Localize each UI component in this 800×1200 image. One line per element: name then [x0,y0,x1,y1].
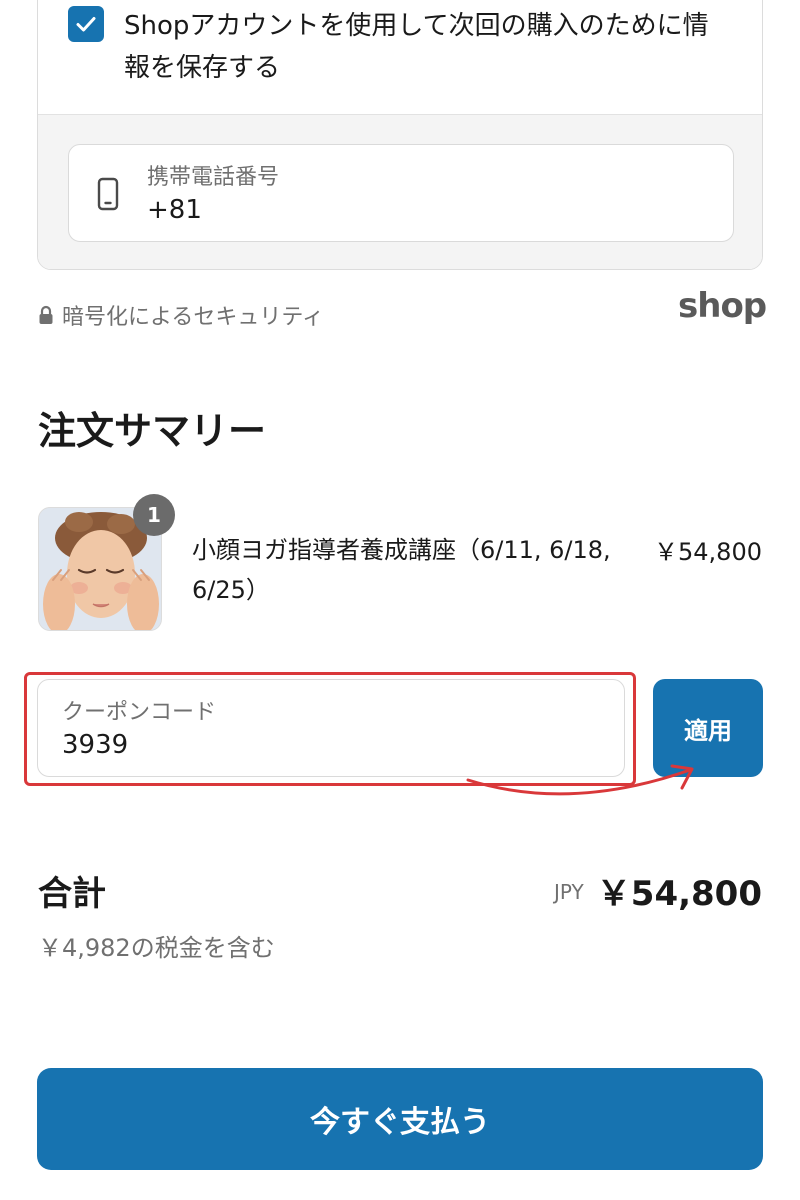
checkmark-icon [76,17,96,32]
pay-now-button[interactable]: 今すぐ支払う [37,1068,763,1170]
checkout-page: Shopアカウントを使用して次回の購入のために情報を保存する 携帯電話番号 +8… [0,0,800,1200]
phone-section: 携帯電話番号 +81 [38,115,762,269]
annotation-arrow-icon [466,764,694,796]
order-summary-title: 注文サマリー [38,409,267,453]
shop-save-card: Shopアカウントを使用して次回の購入のために情報を保存する 携帯電話番号 +8… [37,0,763,270]
tax-note: ￥4,982の税金を含む [38,934,275,962]
mobile-phone-icon [97,177,119,211]
save-info-row: Shopアカウントを使用して次回の購入のために情報を保存する [38,0,762,115]
currency-code: JPY [554,880,584,904]
security-note: 暗号化によるセキュリティ [38,300,324,330]
total-amount: ￥54,800 [596,874,762,914]
security-text: 暗号化によるセキュリティ [62,305,325,330]
product-price: ￥54,800 [654,538,762,566]
save-info-checkbox[interactable] [68,6,104,42]
save-info-label: Shopアカウントを使用して次回の購入のために情報を保存する [124,11,709,83]
shop-logo: shop [678,286,767,326]
phone-field-value: +81 [147,195,202,225]
product-name: 小顔ヨガ指導者養成講座（6/11, 6/18, 6/25） [192,536,611,604]
total-label: 合計 [38,874,106,914]
lock-icon [39,305,53,324]
phone-field-label: 携帯電話番号 [147,165,280,190]
quantity-badge: 1 [133,494,175,536]
phone-field[interactable]: 携帯電話番号 +81 [68,144,734,242]
